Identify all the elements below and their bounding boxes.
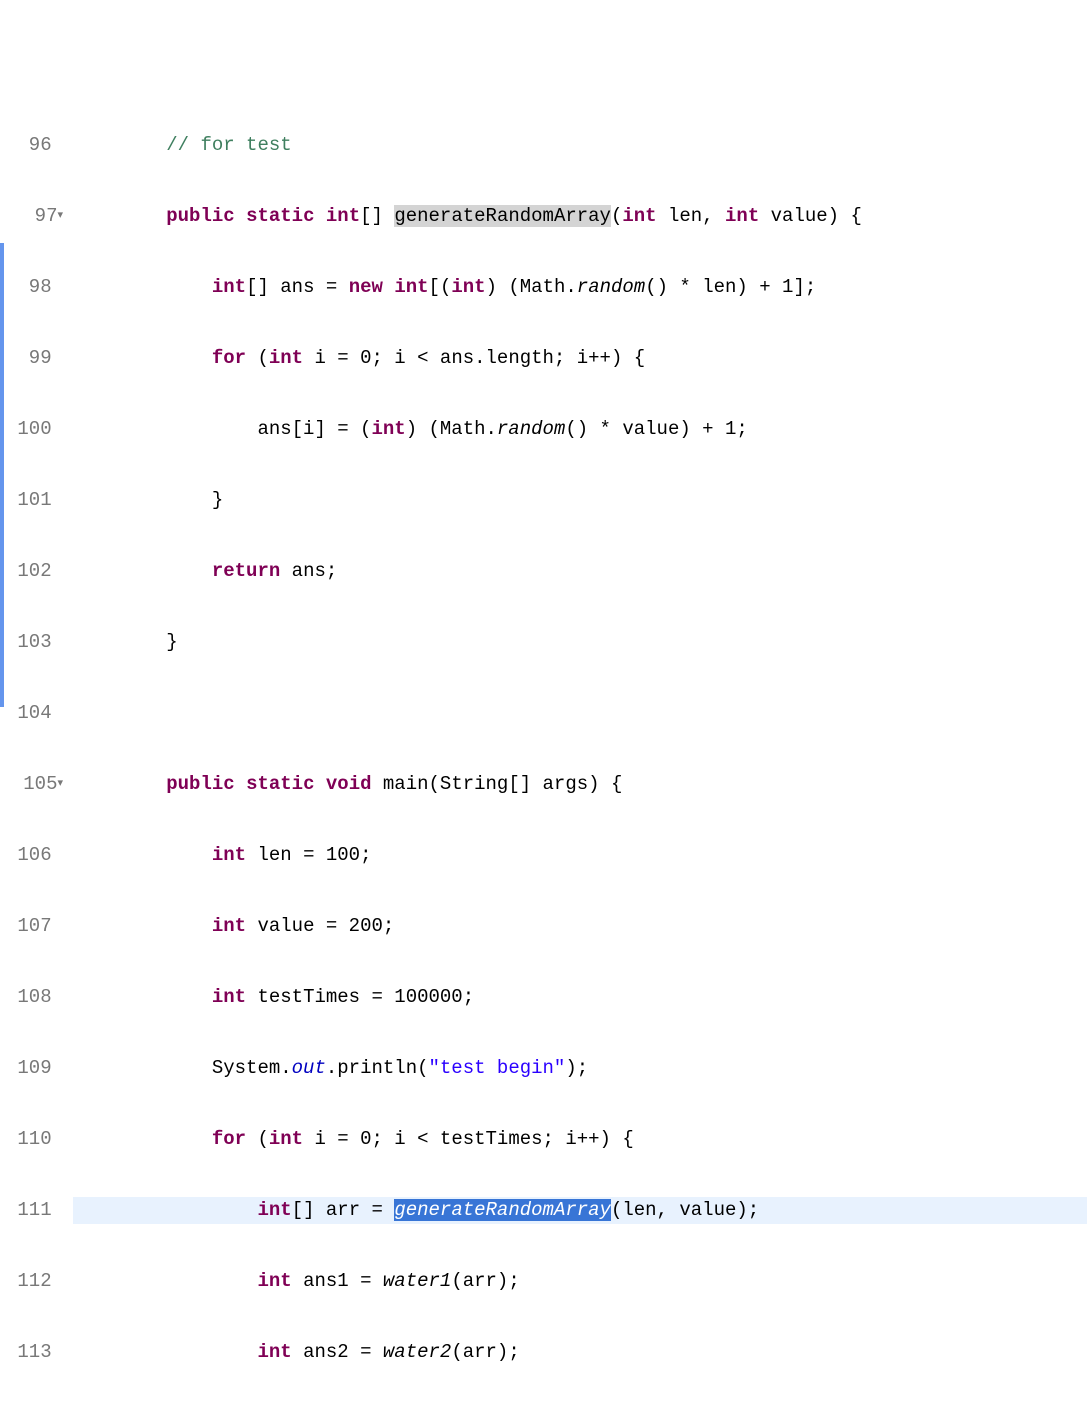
method-call: random [497, 418, 565, 440]
keyword: int [269, 347, 303, 369]
keyword: int [622, 205, 656, 227]
change-marker [0, 243, 4, 707]
string-literal: "test begin" [429, 1057, 566, 1079]
keyword: public [166, 773, 234, 795]
keyword: int [326, 205, 360, 227]
keyword: int [212, 986, 246, 1008]
line-number: 103 [0, 629, 73, 656]
line-number: 98 [0, 274, 73, 301]
indent [75, 986, 212, 1008]
indent [75, 773, 166, 795]
keyword: int [394, 276, 428, 298]
indent [75, 915, 212, 937]
line-number: 97▾ [0, 203, 73, 230]
keyword: int [371, 418, 405, 440]
line-number: 105▾ [0, 771, 73, 798]
keyword: int [451, 276, 485, 298]
indent [75, 1412, 257, 1414]
method-call: water1 [383, 1270, 451, 1292]
indent [75, 134, 166, 156]
indent [75, 1270, 257, 1292]
selected-text: generateRandomArray [394, 1199, 611, 1221]
line-number: 113 [0, 1339, 73, 1366]
line-number: 101 [0, 487, 73, 514]
code-line[interactable]: ans[i] = (int) (Math.random() * value) +… [73, 416, 1087, 443]
code-line[interactable]: for (int i = 0; i < testTimes; i++) { [73, 1126, 1087, 1153]
line-number: 102 [0, 558, 73, 585]
keyword: for [212, 1128, 246, 1150]
keyword: int [257, 1341, 291, 1363]
keyword: int [257, 1270, 291, 1292]
code-line-current[interactable]: int[] arr = generateRandomArray(len, val… [73, 1197, 1087, 1224]
line-number: 109 [0, 1055, 73, 1082]
method-call: water3 [383, 1412, 451, 1414]
keyword: return [212, 560, 280, 582]
keyword: public [166, 205, 234, 227]
line-number: 110 [0, 1126, 73, 1153]
code-line[interactable]: int ans1 = water1(arr); [73, 1268, 1087, 1295]
code-line[interactable]: System.out.println("test begin"); [73, 1055, 1087, 1082]
line-number: 108 [0, 984, 73, 1011]
code-editor[interactable]: 96 97▾ 98 99 100 101 102 103 104 105▾ 10… [0, 88, 1087, 1414]
code-line[interactable] [73, 700, 1087, 727]
method-call: random [577, 276, 645, 298]
code-line[interactable]: public static int[] generateRandomArray(… [73, 203, 1087, 230]
code-line[interactable]: int value = 200; [73, 913, 1087, 940]
keyword: int [212, 276, 246, 298]
line-number: 99 [0, 345, 73, 372]
code-line[interactable]: int ans3 = water3(arr); [73, 1410, 1087, 1414]
keyword: for [212, 347, 246, 369]
code-line[interactable]: int len = 100; [73, 842, 1087, 869]
line-number: 96 [0, 132, 73, 159]
code-line[interactable]: for (int i = 0; i < ans.length; i++) { [73, 345, 1087, 372]
line-number: 104 [0, 700, 73, 727]
line-number: 107 [0, 913, 73, 940]
keyword: int [212, 915, 246, 937]
indent [75, 347, 212, 369]
keyword: void [326, 773, 372, 795]
method-call: water2 [383, 1341, 451, 1363]
keyword: int [269, 1128, 303, 1150]
line-number: 114 [0, 1410, 73, 1414]
line-number-gutter: 96 97▾ 98 99 100 101 102 103 104 105▾ 10… [0, 88, 73, 1414]
keyword: int [257, 1199, 291, 1221]
keyword: static [246, 773, 314, 795]
code-area[interactable]: // for test public static int[] generate… [73, 88, 1087, 1414]
line-number: 100 [0, 416, 73, 443]
indent [75, 1128, 212, 1150]
code-line[interactable]: // for test [73, 132, 1087, 159]
code-line[interactable]: int testTimes = 100000; [73, 984, 1087, 1011]
code-line[interactable]: } [73, 629, 1087, 656]
code-line[interactable]: return ans; [73, 558, 1087, 585]
indent [75, 844, 212, 866]
line-number: 106 [0, 842, 73, 869]
method-name-occurrence: generateRandomArray [394, 205, 611, 227]
field-ref: out [292, 1057, 326, 1079]
keyword: new [349, 276, 383, 298]
line-number: 112 [0, 1268, 73, 1295]
keyword: static [246, 205, 314, 227]
line-number: 111 [0, 1197, 73, 1224]
comment: // for test [166, 134, 291, 156]
keyword: int [212, 844, 246, 866]
indent [75, 1341, 257, 1363]
indent [75, 560, 212, 582]
code-line[interactable]: } [73, 487, 1087, 514]
code-line[interactable]: int ans2 = water2(arr); [73, 1339, 1087, 1366]
indent [75, 1199, 257, 1221]
code-line[interactable]: public static void main(String[] args) { [73, 771, 1087, 798]
keyword: int [725, 205, 759, 227]
keyword: int [257, 1412, 291, 1414]
code-line[interactable]: int[] ans = new int[(int) (Math.random()… [73, 274, 1087, 301]
indent [75, 276, 212, 298]
indent [75, 205, 166, 227]
